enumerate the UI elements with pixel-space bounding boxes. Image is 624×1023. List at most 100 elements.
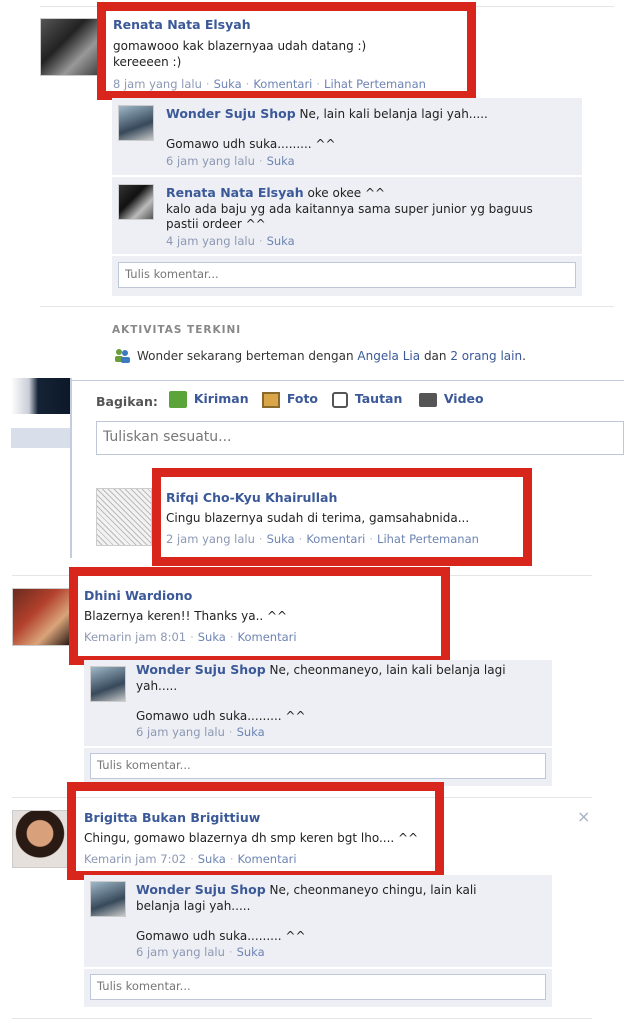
comment-line: Renata Nata Elsyah oke okee ^^ bbox=[166, 185, 385, 201]
avatar[interactable] bbox=[12, 810, 68, 868]
post-time[interactable]: 8 jam yang lalu bbox=[113, 77, 202, 91]
comment-line: Wonder Suju Shop Ne, cheonmaneyo, lain k… bbox=[136, 662, 546, 678]
comment: Renata Nata Elsyah oke okee ^^ kalo ada … bbox=[112, 177, 582, 254]
post-time[interactable]: Kemarin jam 8:01 bbox=[84, 630, 186, 644]
avatar[interactable] bbox=[118, 184, 154, 220]
post-text: Blazernya keren!! Thanks ya.. ^^ bbox=[84, 609, 288, 623]
comment-link[interactable]: Komentari bbox=[253, 77, 312, 91]
comment-meta: 6 jam yang lalu · Suka bbox=[136, 725, 265, 739]
activity-heading: AKTIVITAS TERKINI bbox=[112, 324, 242, 336]
like-link[interactable]: Suka bbox=[214, 77, 242, 91]
comment-meta: 6 jam yang lalu · Suka bbox=[136, 945, 265, 959]
post-author[interactable]: Renata Nata Elsyah bbox=[113, 17, 251, 32]
post-author[interactable]: Rifqi Cho-Kyu Khairullah bbox=[166, 490, 337, 505]
activity-text: Wonder sekarang berteman dengan bbox=[137, 349, 354, 363]
comment-link[interactable]: Komentari bbox=[306, 532, 365, 546]
post-text: Cingu blazernya sudah di terima, gamsaha… bbox=[166, 511, 470, 525]
view-friendship-link[interactable]: Lihat Pertemanan bbox=[377, 532, 479, 546]
post-meta: Kemarin jam 8:01 · Suka · Komentari bbox=[84, 630, 297, 644]
share-tab-link[interactable]: Tautan bbox=[332, 391, 402, 408]
comment: Wonder Suju Shop Ne, lain kali belanja l… bbox=[112, 98, 582, 175]
comment-text: pastii ordeer ^^ bbox=[166, 217, 266, 231]
avatar[interactable] bbox=[90, 666, 126, 702]
comment-text: oke okee ^^ bbox=[307, 186, 386, 200]
comment-text: Gomawo udh suka......... ^^ bbox=[136, 929, 306, 943]
comment-text: Gomawo udh suka......... ^^ bbox=[166, 137, 336, 151]
share-tab-photo[interactable]: Foto bbox=[262, 391, 318, 408]
comment-line: Wonder Suju Shop Ne, lain kali belanja l… bbox=[166, 106, 488, 122]
comment-text: kalo ada baju yg ada kaitannya sama supe… bbox=[166, 202, 533, 216]
like-link[interactable]: Suka bbox=[198, 852, 226, 866]
others-link[interactable]: 2 orang lain bbox=[450, 349, 522, 363]
comment-text: Ne, cheonmaneyo, lain kali belanja lagi bbox=[269, 663, 506, 677]
activity-period: . bbox=[522, 349, 526, 363]
post-meta: 2 jam yang lalu · Suka · Komentari · Lihat Per… bbox=[166, 532, 479, 546]
post-icon bbox=[169, 391, 187, 408]
comment: Wonder Suju Shop Ne, cheonmaneyo chingu,… bbox=[84, 875, 552, 967]
profile-thumbnail bbox=[11, 378, 71, 414]
comment-meta: 4 jam yang lalu · Suka bbox=[166, 234, 295, 248]
tab-label: Foto bbox=[286, 391, 319, 406]
comment-author[interactable]: Wonder Suju Shop bbox=[136, 662, 266, 677]
comment-time[interactable]: 4 jam yang lalu bbox=[166, 234, 255, 248]
divider bbox=[12, 1018, 592, 1019]
comment-input[interactable]: Tulis komentar... bbox=[118, 262, 576, 288]
avatar[interactable] bbox=[40, 18, 98, 76]
comment-text: Ne, cheonmaneyo chingu, lain kali bbox=[269, 883, 477, 897]
post-text: gomawooo kak blazernyaa udah datang :) bbox=[113, 39, 367, 53]
comment: Wonder Suju Shop Ne, cheonmaneyo, lain k… bbox=[84, 660, 552, 746]
like-link[interactable]: Suka bbox=[198, 630, 226, 644]
close-icon[interactable]: × bbox=[577, 807, 590, 826]
comment-text: belanja lagi yah..... bbox=[136, 899, 251, 913]
post-author[interactable]: Brigitta Bukan Brigittiuw bbox=[84, 810, 260, 825]
comment-author[interactable]: Wonder Suju Shop bbox=[136, 882, 266, 897]
comment-time[interactable]: 6 jam yang lalu bbox=[136, 945, 225, 959]
comment-input-row: Tulis komentar... bbox=[84, 969, 552, 1007]
comment-text: Ne, lain kali belanja lagi yah..... bbox=[299, 107, 488, 121]
link-icon bbox=[332, 391, 348, 408]
post-author[interactable]: Dhini Wardiono bbox=[84, 588, 192, 603]
like-link[interactable]: Suka bbox=[267, 234, 295, 248]
avatar[interactable] bbox=[90, 881, 126, 917]
view-friendship-link[interactable]: Lihat Pertemanan bbox=[324, 77, 426, 91]
comment-input[interactable]: Tulis komentar... bbox=[90, 753, 546, 779]
share-tab-post[interactable]: Kiriman bbox=[169, 391, 249, 408]
photo-icon bbox=[262, 391, 280, 408]
comment-author[interactable]: Renata Nata Elsyah bbox=[166, 185, 304, 200]
divider bbox=[40, 306, 614, 307]
post-text: kereeeen :) bbox=[113, 55, 182, 69]
avatar[interactable] bbox=[96, 488, 152, 546]
comment-input-row: Tulis komentar... bbox=[112, 256, 582, 296]
comment-time[interactable]: 6 jam yang lalu bbox=[166, 154, 255, 168]
friend-link[interactable]: Angela Lia bbox=[357, 349, 420, 363]
share-tab-video[interactable]: Video bbox=[419, 391, 484, 407]
tab-label: Kiriman bbox=[193, 391, 249, 406]
status-input[interactable]: Tuliskan sesuatu... bbox=[96, 421, 624, 455]
post-meta: 8 jam yang lalu · Suka · Komentari · Lihat Per… bbox=[113, 77, 426, 91]
comment-input[interactable]: Tulis komentar... bbox=[90, 974, 546, 1000]
avatar[interactable] bbox=[118, 105, 154, 141]
share-label: Bagikan: bbox=[96, 394, 158, 409]
comment-text: Gomawo udh suka......... ^^ bbox=[136, 709, 306, 723]
comment-link[interactable]: Komentari bbox=[238, 630, 297, 644]
like-link[interactable]: Suka bbox=[267, 154, 295, 168]
tab-label: Video bbox=[443, 391, 484, 406]
friends-icon bbox=[113, 347, 131, 363]
video-icon bbox=[419, 392, 437, 407]
comment-author[interactable]: Wonder Suju Shop bbox=[166, 106, 296, 121]
like-link[interactable]: Suka bbox=[267, 532, 295, 546]
like-link[interactable]: Suka bbox=[237, 945, 265, 959]
avatar[interactable] bbox=[12, 588, 70, 646]
comment-link[interactable]: Komentari bbox=[238, 852, 297, 866]
post-meta: Kemarin jam 7:02 · Suka · Komentari bbox=[84, 852, 297, 866]
comment-meta: 6 jam yang lalu · Suka bbox=[166, 154, 295, 168]
activity-line: Wonder sekarang berteman dengan Angela L… bbox=[137, 348, 526, 364]
comment-input-row: Tulis komentar... bbox=[84, 748, 552, 786]
like-link[interactable]: Suka bbox=[237, 725, 265, 739]
profile-panel bbox=[11, 428, 71, 448]
post-time[interactable]: 2 jam yang lalu bbox=[166, 532, 255, 546]
tab-label: Tautan bbox=[354, 391, 403, 406]
post-time[interactable]: Kemarin jam 7:02 bbox=[84, 852, 186, 866]
comment-text: yah..... bbox=[136, 679, 178, 693]
comment-time[interactable]: 6 jam yang lalu bbox=[136, 725, 225, 739]
